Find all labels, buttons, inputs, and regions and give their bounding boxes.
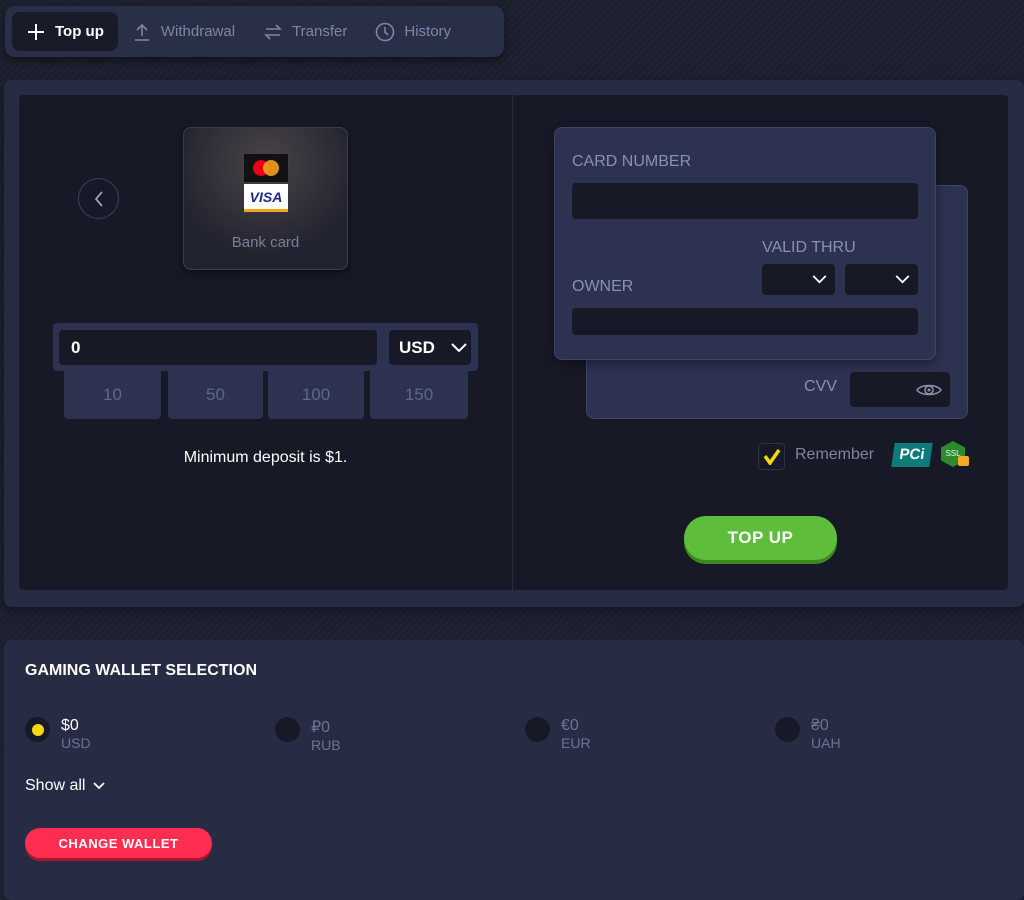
quick-amount-button[interactable]: 50 [168,371,263,419]
wallet-amount: $0 [61,717,79,734]
chevron-left-icon [94,190,103,207]
radio[interactable] [275,717,300,742]
wallet-options: $0 USD ₽0 RUB €0 EUR ₴0 UAH [25,717,1024,753]
card-number-input[interactable] [572,183,918,219]
wallet-currency: EUR [561,735,591,751]
divider [512,95,513,590]
amount-input[interactable] [59,330,377,365]
cvv-input[interactable] [850,372,950,407]
quick-amount-button[interactable]: 100 [268,371,364,419]
owner-input[interactable] [572,308,918,335]
valid-thru-label: VALID THRU [762,239,856,256]
tab-transfer[interactable]: Transfer [249,12,361,51]
transfer-icon [264,23,282,40]
owner-label: OWNER [572,278,634,295]
radio[interactable] [775,717,800,742]
chevron-down-icon [812,275,827,284]
method-label: Bank card [231,234,300,251]
previous-method-button[interactable] [78,178,119,219]
eye-icon[interactable] [916,382,942,398]
chevron-down-icon [93,782,106,790]
clock-icon [376,22,395,41]
chevron-down-icon [895,275,910,284]
check-icon [763,448,780,465]
quick-amount-button[interactable]: 10 [64,371,161,419]
payment-method-bank-card[interactable]: VISA Bank card [183,127,348,270]
radio-selected[interactable] [25,717,50,742]
tab-label: Withdrawal [160,23,236,40]
wallet-option-rub[interactable]: ₽0 RUB [275,717,525,753]
top-up-button[interactable]: TOP UP [684,516,837,560]
tab-withdrawal[interactable]: Withdrawal [118,12,249,51]
currency-value: USD [399,337,435,357]
chevron-down-icon [451,342,467,352]
tab-label: Transfer [292,23,348,40]
plus-icon [28,23,44,40]
card-number-label: CARD NUMBER [572,153,692,170]
expiry-year-select[interactable] [845,264,918,295]
remember-label: Remember [795,446,875,463]
show-all-label: Show all [25,777,86,794]
wallet-option-uah[interactable]: ₴0 UAH [775,717,1024,753]
tab-label: Top up [55,23,104,40]
tab-history[interactable]: History [361,12,465,51]
cvv-label: CVV [804,378,837,395]
change-wallet-button[interactable]: CHANGE WALLET [25,828,212,858]
tab-top-up[interactable]: Top up [12,12,118,51]
tab-bar: Top up Withdrawal Transfer History [5,6,504,57]
expiry-month-select[interactable] [762,264,835,295]
show-all-toggle[interactable]: Show all [25,777,106,795]
remember-checkbox[interactable] [758,443,785,470]
tab-label: History [404,23,452,40]
wallet-currency: UAH [811,735,841,751]
wallet-currency: RUB [311,737,341,753]
currency-select[interactable]: USD [389,330,471,365]
wallet-option-usd[interactable]: $0 USD [25,717,275,753]
minimum-deposit-note: Minimum deposit is $1. [183,449,348,466]
pci-logo: PCi [891,443,933,467]
wallet-amount: €0 [561,717,579,734]
quick-amount-button[interactable]: 150 [370,371,468,419]
wallet-amount: ₽0 [311,719,331,736]
wallet-title: GAMING WALLET SELECTION [25,662,257,679]
visa-logo: VISA [244,184,288,212]
wallet-amount: ₴0 [811,717,829,734]
lock-icon [958,456,969,466]
wallet-option-eur[interactable]: €0 EUR [525,717,775,753]
radio[interactable] [525,717,550,742]
upload-icon [134,23,149,41]
mastercard-logo [244,154,288,182]
wallet-currency: USD [61,735,91,751]
